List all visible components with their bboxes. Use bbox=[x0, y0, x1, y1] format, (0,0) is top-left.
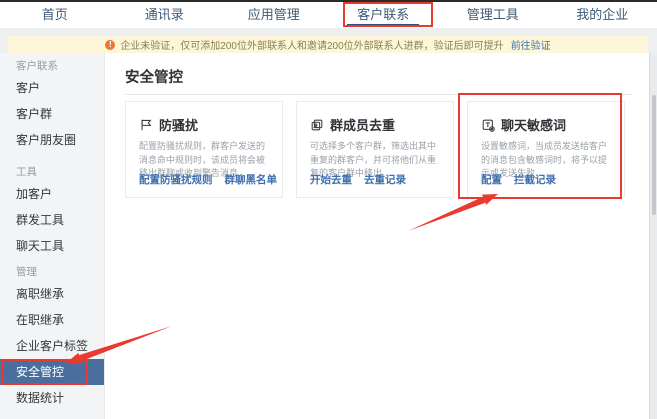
active-tab-underline bbox=[347, 24, 419, 27]
nav-tab-contacts[interactable]: 通讯录 bbox=[110, 2, 220, 28]
go-verify-link[interactable]: 前往验证 bbox=[511, 37, 551, 52]
intercept-records-link[interactable]: 拦截记录 bbox=[514, 172, 556, 187]
sidebar-section-tools: 工具 bbox=[0, 163, 104, 181]
flag-icon bbox=[139, 118, 153, 132]
warning-icon: ! bbox=[105, 40, 115, 50]
sidebar-item-resigned-handover[interactable]: 离职继承 bbox=[0, 281, 104, 307]
feature-cards: 防骚扰 配置防骚扰规则，群客户发送的消息命中规则时，该成员将会被移出群聊或收到警… bbox=[125, 101, 632, 198]
notice-band: ! 企业未验证，仅可添加200位外部联系人和邀请200位外部联系人进群，验证后即… bbox=[0, 28, 657, 53]
sidebar: 客户联系 客户 客户群 客户朋友圈 工具 加客户 群发工具 聊天工具 管理 离职… bbox=[0, 53, 105, 419]
sidebar-item-customer-moments[interactable]: 客户朋友圈 bbox=[0, 127, 104, 153]
group-blacklist-link[interactable]: 群聊黑名单 bbox=[225, 172, 278, 187]
sidebar-item-security-control[interactable]: 安全管控 bbox=[0, 359, 104, 385]
nav-tab-label: 客户联系 bbox=[357, 7, 409, 22]
sidebar-item-group-send-tool[interactable]: 群发工具 bbox=[0, 207, 104, 233]
card-sensitive-words: 聊天敏感词 设置敏感词，当成员发送给客户的消息包含敏感词时，将予以提示或发送失败… bbox=[467, 101, 625, 198]
sidebar-item-onjob-handover[interactable]: 在职继承 bbox=[0, 307, 104, 333]
top-nav: 首页 通讯录 应用管理 客户联系 管理工具 我的企业 bbox=[0, 2, 657, 28]
scrollbar-track[interactable] bbox=[649, 53, 657, 419]
sidebar-section-customer-contact: 客户联系 bbox=[0, 57, 104, 75]
card-title: 防骚扰 bbox=[159, 115, 198, 134]
card-title: 群成员去重 bbox=[330, 115, 395, 134]
sidebar-item-customer-groups[interactable]: 客户群 bbox=[0, 101, 104, 127]
title-divider bbox=[125, 94, 632, 95]
sidebar-item-customers[interactable]: 客户 bbox=[0, 75, 104, 101]
dedupe-records-link[interactable]: 去重记录 bbox=[364, 172, 406, 187]
sidebar-item-chat-tool[interactable]: 聊天工具 bbox=[0, 233, 104, 259]
sidebar-item-add-customer[interactable]: 加客户 bbox=[0, 181, 104, 207]
main-content: 安全管控 防骚扰 配置防骚扰规则，群客户发送的消息命中规则时，该成员将会被移出群… bbox=[106, 53, 650, 419]
sidebar-item-statistics[interactable]: 数据统计 bbox=[0, 385, 104, 411]
card-title: 聊天敏感词 bbox=[501, 115, 566, 134]
nav-tab-home[interactable]: 首页 bbox=[0, 2, 110, 28]
sensitive-word-icon bbox=[481, 118, 495, 132]
nav-tab-app-management[interactable]: 应用管理 bbox=[219, 2, 329, 28]
sidebar-item-customer-tags[interactable]: 企业客户标签 bbox=[0, 333, 104, 359]
nav-tab-my-company[interactable]: 我的企业 bbox=[548, 2, 657, 28]
nav-tab-customer-contact[interactable]: 客户联系 bbox=[329, 2, 439, 28]
scrollbar-thumb[interactable] bbox=[652, 95, 656, 215]
verification-notice: ! 企业未验证，仅可添加200位外部联系人和邀请200位外部联系人进群，验证后即… bbox=[8, 36, 648, 53]
notice-text: 企业未验证，仅可添加200位外部联系人和邀请200位外部联系人进群，验证后即可提… bbox=[120, 37, 503, 52]
configure-anti-harassment-link[interactable]: 配置防骚扰规则 bbox=[139, 172, 213, 187]
card-dedupe-members: 群成员去重 可选择多个客户群，筛选出其中重复的群客户，并可将他们从重复的客户群中… bbox=[296, 101, 454, 198]
configure-sensitive-words-link[interactable]: 配置 bbox=[481, 172, 502, 187]
page-title: 安全管控 bbox=[125, 66, 632, 86]
nav-tab-management-tools[interactable]: 管理工具 bbox=[438, 2, 548, 28]
sidebar-section-management: 管理 bbox=[0, 263, 104, 281]
duplicate-member-icon bbox=[310, 118, 324, 132]
admin-console-window: 首页 通讯录 应用管理 客户联系 管理工具 我的企业 ! 企业未验证，仅可添加2… bbox=[0, 0, 657, 419]
start-dedupe-link[interactable]: 开始去重 bbox=[310, 172, 352, 187]
card-anti-harassment: 防骚扰 配置防骚扰规则，群客户发送的消息命中规则时，该成员将会被移出群聊或收到警… bbox=[125, 101, 283, 198]
